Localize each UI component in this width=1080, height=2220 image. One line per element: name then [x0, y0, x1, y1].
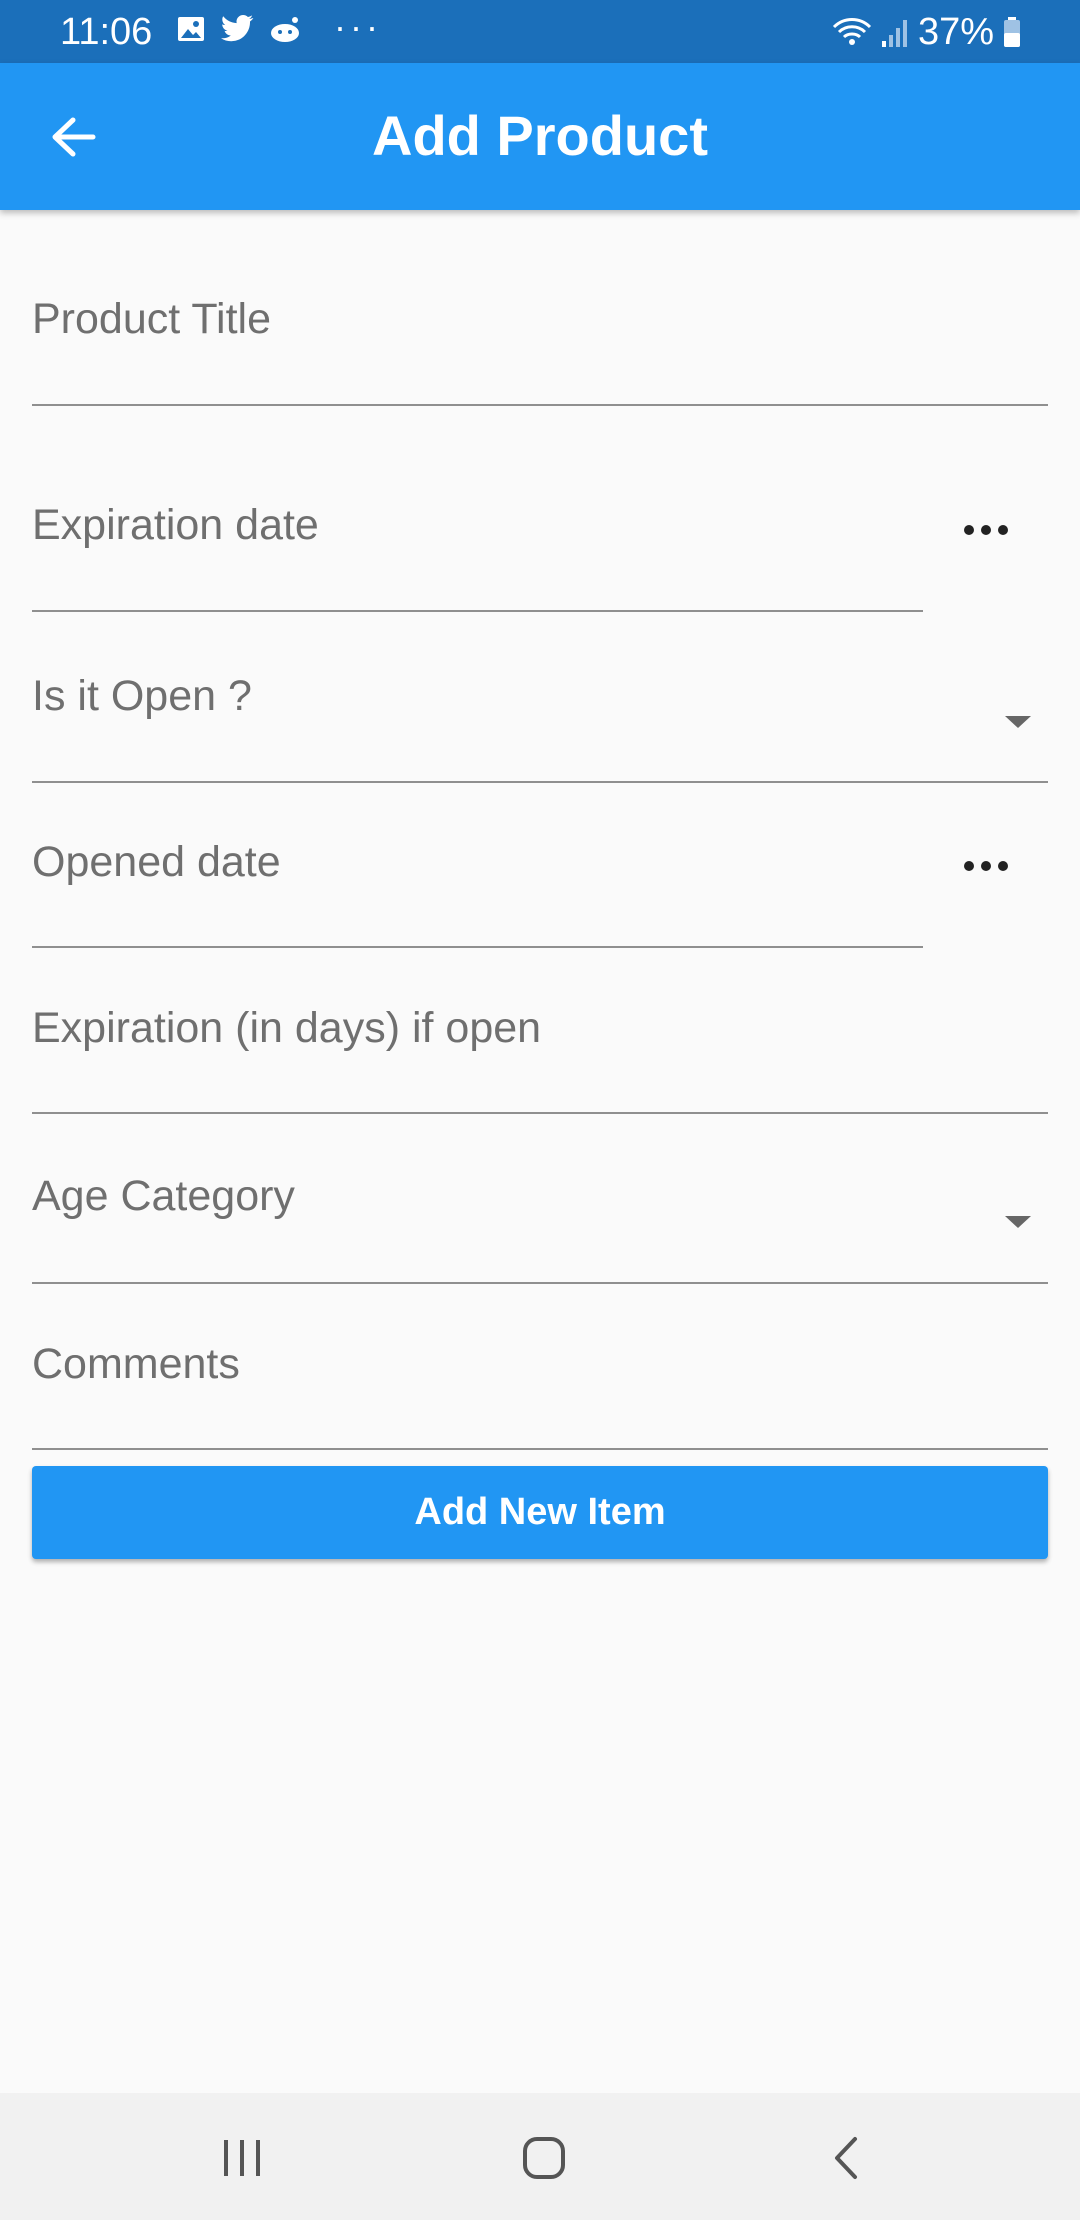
status-time: 11:06 — [60, 11, 153, 53]
is-open-underline — [32, 781, 1048, 783]
page-title: Add Product — [372, 104, 708, 167]
notification-icons — [176, 14, 316, 44]
expiration-days-label: Expiration (in days) if open — [32, 1004, 542, 1052]
chevron-down-icon — [1003, 712, 1033, 732]
product-title-label: Product Title — [32, 295, 271, 343]
comments-label: Comments — [32, 1340, 240, 1388]
opened-date-underline — [32, 946, 923, 948]
product-title-field[interactable]: Product Title — [32, 270, 1048, 410]
recents-button[interactable] — [202, 2123, 282, 2193]
battery-percent: 37% — [917, 11, 994, 53]
more-horiz-icon — [964, 861, 1008, 871]
reddit-icon — [268, 14, 302, 44]
is-open-label: Is it Open ? — [32, 672, 252, 720]
status-bar: 11:06 ··· 37% — [0, 0, 1080, 63]
comments-underline — [32, 1448, 1048, 1450]
home-icon — [523, 2137, 565, 2179]
more-horiz-icon — [964, 525, 1008, 535]
is-open-dropdown[interactable]: Is it Open ? — [32, 650, 1048, 786]
expiration-days-field[interactable]: Expiration (in days) if open — [32, 980, 1048, 1116]
home-button[interactable] — [504, 2123, 584, 2193]
app-bar: Add Product — [0, 63, 1080, 210]
chevron-down-icon — [1003, 1212, 1033, 1232]
back-icon — [835, 2137, 857, 2179]
comments-field[interactable]: Comments — [32, 1318, 1048, 1454]
age-category-label: Age Category — [32, 1172, 295, 1220]
age-category-dropdown[interactable]: Age Category — [32, 1150, 1048, 1286]
age-category-underline — [32, 1282, 1048, 1284]
opened-date-field[interactable]: Opened date — [32, 814, 1048, 950]
nav-back-button[interactable] — [806, 2123, 886, 2193]
expiration-days-underline — [32, 1112, 1048, 1114]
product-title-underline — [32, 404, 1048, 406]
add-new-item-button[interactable]: Add New Item — [32, 1466, 1048, 1559]
battery-icon — [1002, 15, 1022, 49]
gallery-icon — [176, 14, 206, 44]
opened-date-picker-button[interactable] — [956, 846, 1016, 886]
expiration-date-underline — [32, 610, 923, 612]
expiration-date-field[interactable]: Expiration date — [32, 476, 1048, 616]
signal-icon — [880, 15, 910, 49]
expiration-date-label: Expiration date — [32, 501, 319, 549]
system-icons: 37% — [824, 10, 1022, 54]
twitter-icon — [220, 14, 254, 44]
expiration-date-picker-button[interactable] — [956, 510, 1016, 550]
system-nav-bar — [0, 2093, 1080, 2220]
wifi-icon — [832, 15, 872, 49]
recents-icon — [224, 2140, 260, 2176]
opened-date-label: Opened date — [32, 838, 281, 886]
more-notifications-icon: ··· — [334, 6, 382, 47]
